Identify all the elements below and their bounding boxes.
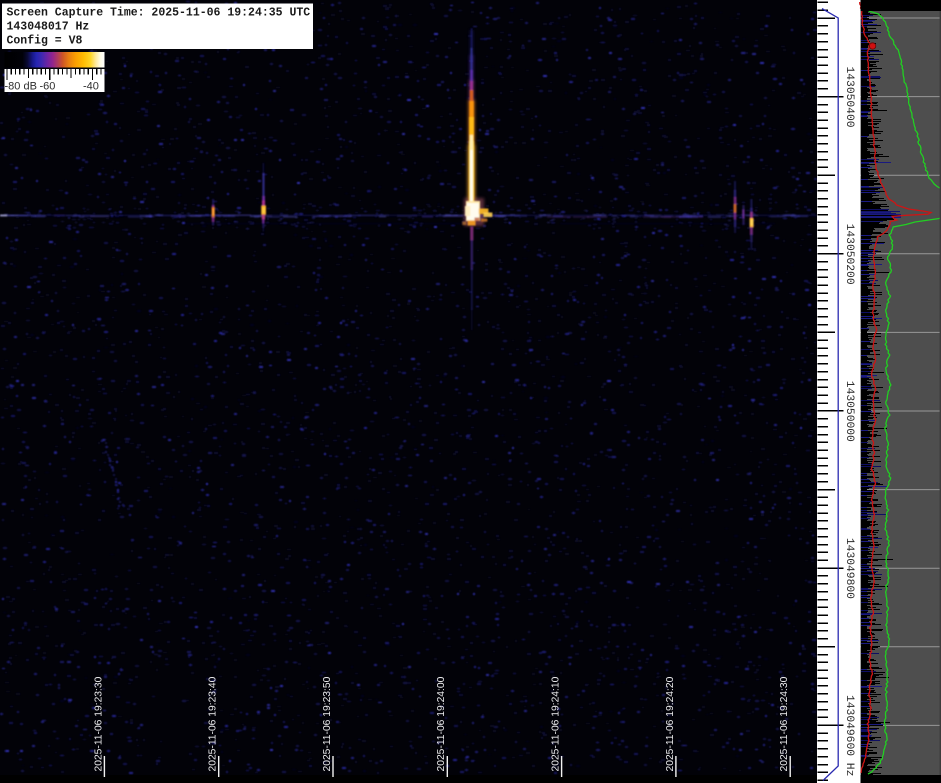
svg-text:2025-11-06 19:24:30: 2025-11-06 19:24:30 — [779, 676, 790, 771]
svg-text:143050200: 143050200 — [843, 224, 855, 285]
svg-text:2025-11-06 19:23:40: 2025-11-06 19:23:40 — [208, 676, 219, 771]
svg-text:143050400: 143050400 — [843, 67, 855, 128]
svg-text:2025-11-06 19:23:30: 2025-11-06 19:23:30 — [93, 676, 104, 771]
svg-text:2025-11-06 19:24:10: 2025-11-06 19:24:10 — [551, 676, 562, 771]
svg-text:2025-11-06 19:23:50: 2025-11-06 19:23:50 — [322, 676, 333, 771]
svg-text:2025-11-06 19:24:00: 2025-11-06 19:24:00 — [436, 676, 447, 771]
svg-text:143049600 Hz: 143049600 Hz — [843, 695, 855, 776]
svg-text:143049800: 143049800 — [843, 538, 855, 599]
svg-text:2025-11-06 19:24:20: 2025-11-06 19:24:20 — [665, 676, 676, 771]
svg-text:143050000: 143050000 — [843, 381, 855, 442]
